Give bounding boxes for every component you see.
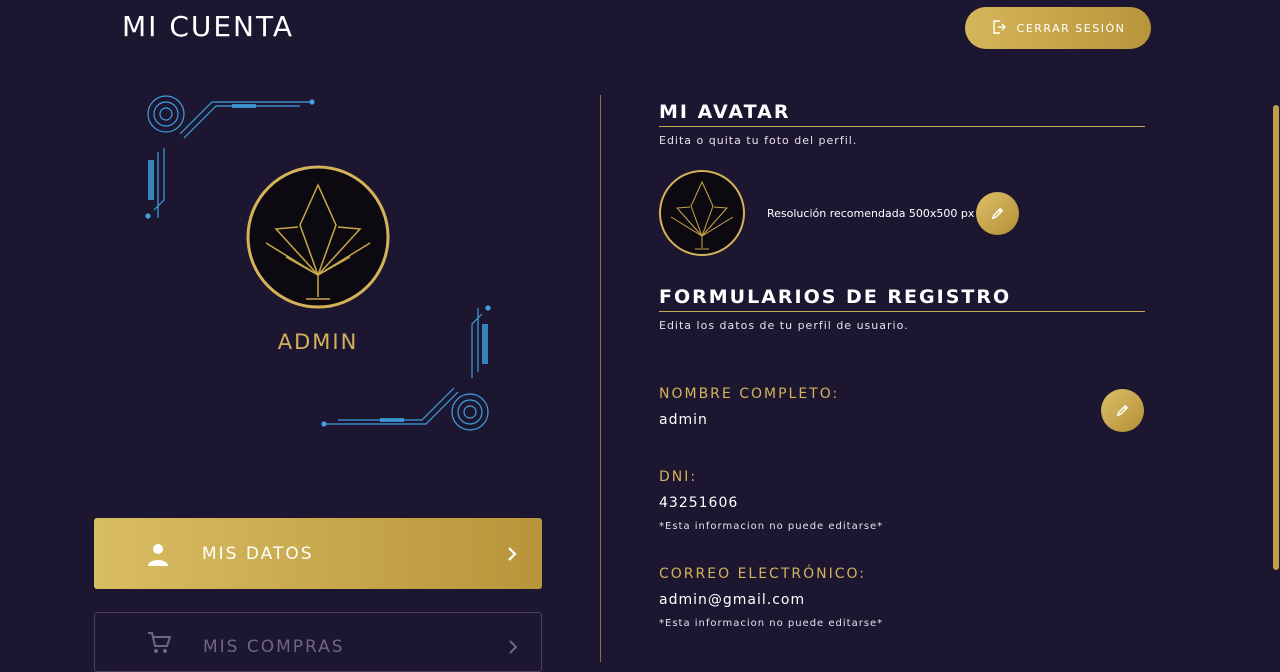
logout-button[interactable]: CERRAR SESIÓN: [965, 7, 1151, 49]
menu-item-mis-datos[interactable]: MIS DATOS: [94, 518, 542, 589]
field-note-correo: *Esta informacion no puede editarse*: [659, 618, 884, 629]
field-label-dni: DNI:: [659, 469, 698, 485]
chevron-right-icon: [509, 640, 518, 654]
form-section-subtitle: Edita los datos de tu perfil de usuario.: [659, 319, 909, 332]
avatar-section-subtitle: Edita o quita tu foto del perfil.: [659, 134, 858, 147]
field-value-nombre: admin: [659, 412, 708, 428]
section-divider: [659, 311, 1145, 312]
circuit-decoration-bottom-right: [321, 305, 491, 431]
form-section-title: FORMULARIOS DE REGISTRO: [659, 286, 1012, 308]
cart-icon: [148, 632, 171, 653]
avatar-resolution-text: Resolución recomendada 500x500 px: [767, 207, 975, 220]
page-title: MI CUENTA: [122, 10, 295, 43]
logout-icon: [991, 19, 1007, 38]
menu-item-label: MIS COMPRAS: [203, 637, 345, 657]
field-value-dni: 43251606: [659, 495, 739, 511]
field-note-dni: *Esta informacion no puede editarse*: [659, 521, 884, 532]
pencil-icon: [1116, 404, 1129, 417]
avatar-section-title: MI AVATAR: [659, 101, 791, 123]
column-divider: [600, 95, 601, 662]
edit-avatar-button[interactable]: [976, 192, 1019, 235]
profile-avatar: [246, 165, 390, 309]
profile-name: ADMIN: [277, 330, 359, 354]
field-label-correo: CORREO ELECTRÓNICO:: [659, 566, 866, 582]
logout-label: CERRAR SESIÓN: [1016, 21, 1126, 35]
avatar-thumbnail: [659, 170, 745, 256]
field-value-correo: admin@gmail.com: [659, 592, 806, 608]
section-divider: [659, 126, 1145, 127]
pencil-icon: [991, 207, 1004, 220]
scrollbar[interactable]: [1273, 105, 1279, 570]
menu-item-mis-compras[interactable]: MIS COMPRAS: [94, 612, 542, 672]
user-icon: [148, 543, 168, 566]
menu-item-label: MIS DATOS: [202, 543, 314, 564]
field-label-nombre: NOMBRE COMPLETO:: [659, 386, 840, 402]
chevron-right-icon: [508, 546, 517, 561]
edit-name-button[interactable]: [1101, 389, 1144, 432]
